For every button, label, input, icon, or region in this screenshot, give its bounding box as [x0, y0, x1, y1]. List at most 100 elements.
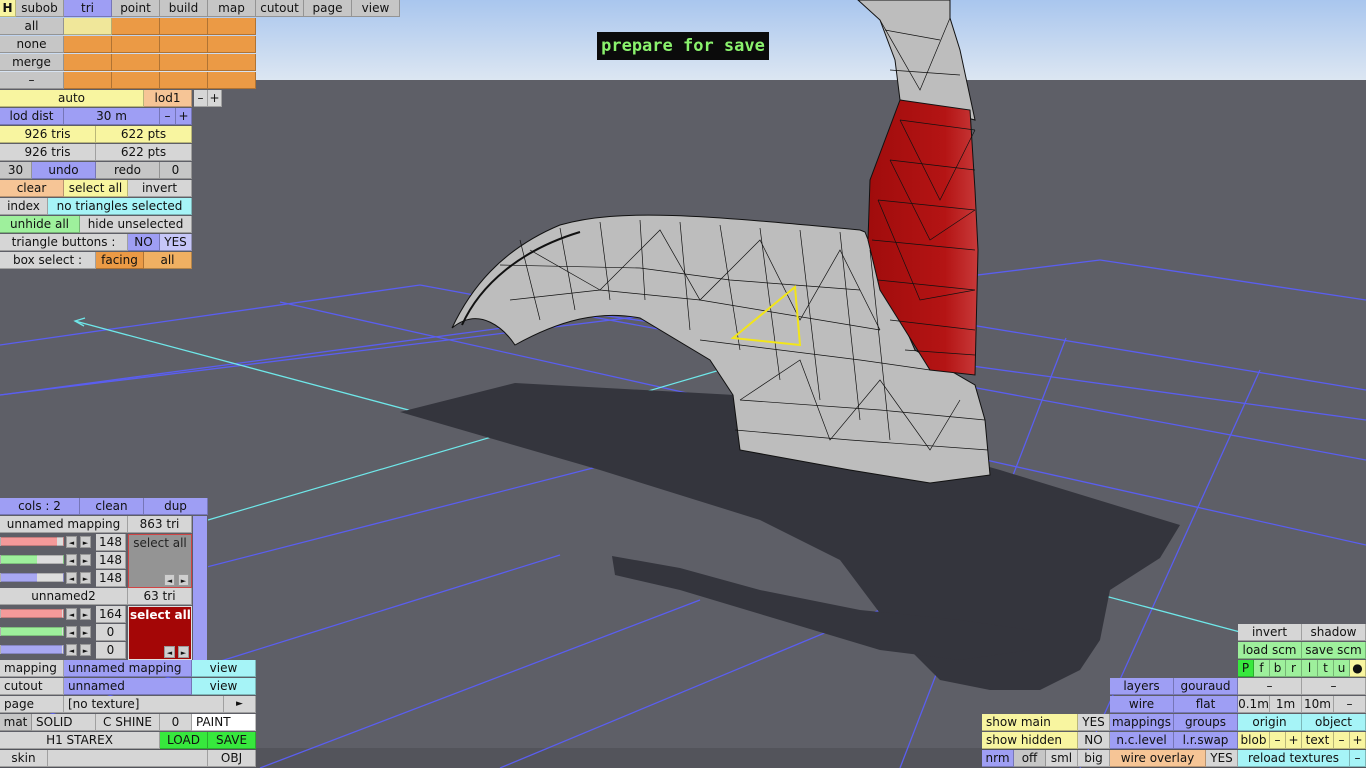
group-cell[interactable] — [64, 72, 112, 89]
big-button[interactable]: big — [1078, 750, 1110, 767]
groups-button[interactable]: groups — [1174, 714, 1238, 731]
page-next-arrow[interactable]: ► — [224, 696, 256, 713]
group2-b-right-arrow[interactable]: ► — [80, 644, 91, 656]
view-r-button[interactable]: r — [1286, 660, 1302, 677]
group1-g-left-arrow[interactable]: ◄ — [66, 554, 77, 566]
show-hidden-toggle[interactable]: NO — [1078, 732, 1110, 749]
invert-selection-button[interactable]: invert — [128, 180, 192, 197]
mapping-view-button[interactable]: view — [192, 660, 256, 677]
group2-g-right-arrow[interactable]: ► — [80, 626, 91, 638]
page-value[interactable]: [no texture] — [64, 696, 224, 713]
group2-swatch-right-arrow[interactable]: ► — [178, 646, 189, 658]
menu-subob[interactable]: subob — [16, 0, 64, 17]
menu-point[interactable]: point — [112, 0, 160, 17]
invert-view-button[interactable]: invert — [1238, 624, 1302, 641]
group1-select-all[interactable]: select all — [130, 535, 190, 552]
group-cell[interactable] — [160, 54, 208, 71]
group1-g-right-arrow[interactable]: ► — [80, 554, 91, 566]
blob-minus-button[interactable]: – — [1270, 732, 1286, 749]
lod-auto-button[interactable]: auto — [0, 90, 144, 107]
triangle-buttons-no[interactable]: NO — [128, 234, 160, 251]
text-plus-button[interactable]: + — [1350, 732, 1366, 749]
cols-count[interactable]: cols : 2 — [0, 498, 80, 515]
dash-button-1[interactable]: – — [1238, 678, 1302, 695]
save-button[interactable]: SAVE — [208, 732, 256, 749]
box-select-all[interactable]: all — [144, 252, 192, 269]
lod-minus-button[interactable]: – — [194, 90, 208, 107]
group-cell[interactable] — [112, 18, 160, 35]
view-dot-button[interactable]: ● — [1350, 660, 1366, 677]
lr-swap-button[interactable]: l.r.swap — [1174, 732, 1238, 749]
view-b-button[interactable]: b — [1270, 660, 1286, 677]
view-p-button[interactable]: P — [1238, 660, 1254, 677]
view-t-button[interactable]: t — [1318, 660, 1334, 677]
view-l-button[interactable]: l — [1302, 660, 1318, 677]
group-cell[interactable] — [208, 72, 256, 89]
menu-cutout[interactable]: cutout — [256, 0, 304, 17]
load-scm-button[interactable]: load scm — [1238, 642, 1302, 659]
group2-select-all[interactable]: select all — [130, 607, 190, 624]
solid-button[interactable]: SOLID — [32, 714, 96, 731]
unhide-all-button[interactable]: unhide all — [0, 216, 80, 233]
group-cell[interactable] — [160, 36, 208, 53]
wire-button[interactable]: wire — [1110, 696, 1174, 713]
layers-button[interactable]: layers — [1110, 678, 1174, 695]
grid-size-dash[interactable]: – — [1334, 696, 1366, 713]
group2-b-left-arrow[interactable]: ◄ — [66, 644, 77, 656]
menu-build[interactable]: build — [160, 0, 208, 17]
nrm-button[interactable]: nrm — [982, 750, 1014, 767]
group2-g-left-arrow[interactable]: ◄ — [66, 626, 77, 638]
blob-plus-button[interactable]: + — [1286, 732, 1302, 749]
gouraud-button[interactable]: gouraud — [1174, 678, 1238, 695]
group-cell[interactable] — [112, 36, 160, 53]
select-all-tris-button[interactable]: select all — [64, 180, 128, 197]
lod-plus-button[interactable]: + — [208, 90, 222, 107]
group2-green-slider[interactable] — [0, 627, 64, 636]
group-cell[interactable] — [160, 72, 208, 89]
menu-tri[interactable]: tri — [64, 0, 112, 17]
flat-button[interactable]: flat — [1174, 696, 1238, 713]
hide-unselected-button[interactable]: hide unselected — [80, 216, 192, 233]
menu-map[interactable]: map — [208, 0, 256, 17]
group-cell[interactable] — [112, 54, 160, 71]
text-minus-button[interactable]: – — [1334, 732, 1350, 749]
cutout-view-button[interactable]: view — [192, 678, 256, 695]
triangle-buttons-yes[interactable]: YES — [160, 234, 192, 251]
c-shine-button[interactable]: C SHINE — [96, 714, 160, 731]
undo-button[interactable]: undo — [32, 162, 96, 179]
clean-button[interactable]: clean — [80, 498, 144, 515]
save-scm-button[interactable]: save scm — [1302, 642, 1366, 659]
paint-button[interactable]: PAINT — [192, 714, 256, 731]
group-cell[interactable] — [64, 54, 112, 71]
menu-view[interactable]: view — [352, 0, 400, 17]
reload-dash-button[interactable]: – — [1350, 750, 1366, 767]
nc-level-button[interactable]: n.c.level — [1110, 732, 1174, 749]
mappings-button[interactable]: mappings — [1110, 714, 1174, 731]
obj-button[interactable]: OBJ — [208, 750, 256, 767]
group1-b-left-arrow[interactable]: ◄ — [66, 572, 77, 584]
group1-red-slider[interactable] — [0, 537, 64, 546]
mapping-value[interactable]: unnamed mapping — [64, 660, 192, 677]
group1-r-right-arrow[interactable]: ► — [80, 536, 91, 548]
wire-overlay-toggle[interactable]: YES — [1206, 750, 1238, 767]
object-button[interactable]: object — [1302, 714, 1366, 731]
cutout-value[interactable]: unnamed — [64, 678, 192, 695]
show-main-toggle[interactable]: YES — [1078, 714, 1110, 731]
select-none-button[interactable]: none — [0, 36, 64, 53]
group-cell[interactable] — [112, 72, 160, 89]
group-cell[interactable] — [64, 18, 112, 35]
show-hidden-label[interactable]: show hidden — [982, 732, 1078, 749]
group1-b-right-arrow[interactable]: ► — [80, 572, 91, 584]
lod-dist-minus[interactable]: – — [160, 108, 176, 125]
group-cell[interactable] — [64, 36, 112, 53]
group1-swatch-left-arrow[interactable]: ◄ — [164, 574, 175, 586]
dash-button-2[interactable]: – — [1302, 678, 1366, 695]
dash-button[interactable]: – — [0, 72, 64, 89]
menu-h-button[interactable]: H — [0, 0, 16, 17]
select-all-button[interactable]: all — [0, 18, 64, 35]
group2-r-left-arrow[interactable]: ◄ — [66, 608, 77, 620]
grid-size-10m[interactable]: 10m — [1302, 696, 1334, 713]
box-select-facing[interactable]: facing — [96, 252, 144, 269]
group1-blue-slider[interactable] — [0, 573, 64, 582]
merge-button[interactable]: merge — [0, 54, 64, 71]
